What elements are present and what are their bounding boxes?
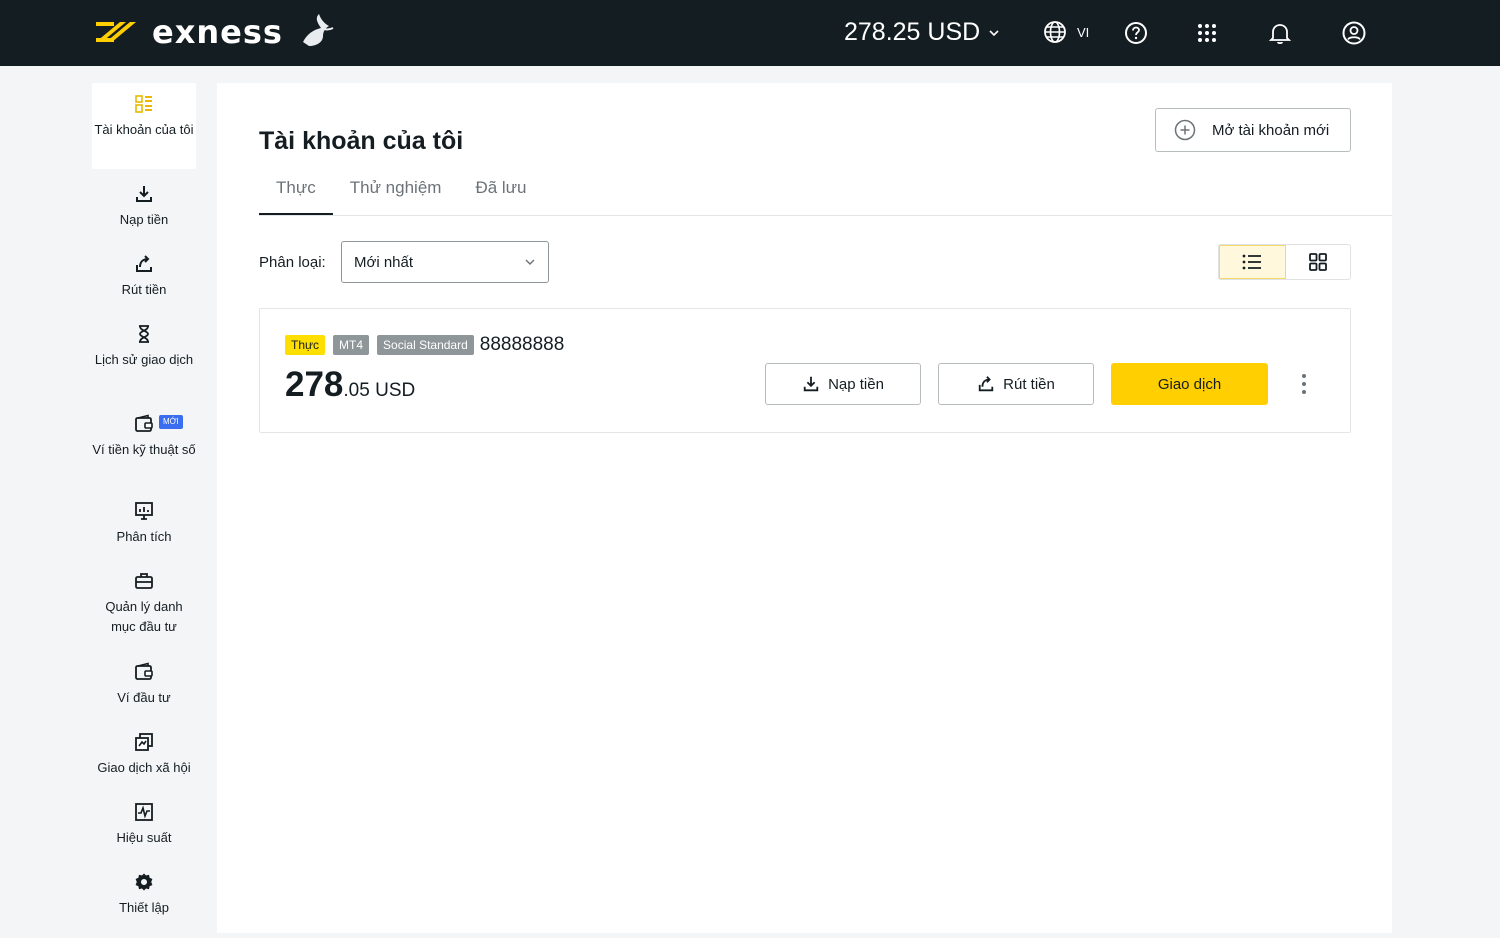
sidebar-item-portfolio-management[interactable]: Quản lý danh mục đầu tư — [92, 571, 196, 637]
wallet-icon — [135, 414, 153, 432]
dove-icon — [302, 14, 334, 46]
top-header: exness 278.25 USD VI — [0, 0, 1500, 66]
sidebar-item-investment-wallet[interactable]: Ví đầu tư — [92, 662, 196, 708]
sidebar-item-label: Phân tích — [116, 529, 172, 544]
open-new-account-label: Mở tài khoản mới — [1212, 121, 1330, 139]
account-number: 88888888 — [479, 334, 565, 355]
sidebar-item-withdraw[interactable]: Rút tiền — [92, 254, 196, 300]
sidebar-item-label: Quản lý danh mục đầu tư — [105, 599, 183, 634]
trade-button[interactable]: Giao dịch — [1111, 363, 1268, 405]
withdraw-button-label: Rút tiền — [1003, 375, 1055, 393]
tabs-divider — [259, 215, 1392, 216]
deposit-button[interactable]: Nạp tiền — [765, 363, 921, 405]
list-view-button[interactable] — [1219, 245, 1286, 279]
view-mode-toggle — [1218, 244, 1351, 280]
account-badges: Thực MT4 Social Standard 88888888 — [285, 334, 564, 356]
analytics-icon — [135, 502, 153, 520]
accounts-icon — [135, 95, 152, 113]
sidebar-item-performance[interactable]: Hiệu suất — [92, 802, 196, 848]
performance-icon — [135, 803, 153, 821]
language-code: VI — [1077, 24, 1090, 40]
header-balance-dropdown[interactable]: 278.25 USD — [844, 18, 1000, 47]
sidebar-item-label: Ví tiền kỹ thuật số — [92, 442, 196, 457]
briefcase-icon — [135, 573, 153, 589]
grid-view-icon — [1308, 253, 1327, 271]
header-balance-value: 278.25 USD — [844, 18, 981, 46]
account-balance-decimal: .05 USD — [343, 380, 416, 401]
sidebar-item-my-accounts[interactable]: Tài khoản của tôi — [92, 83, 196, 169]
sort-label: Phân loại: — [259, 254, 326, 271]
sort-selected-value: Mới nhất — [354, 253, 414, 271]
sidebar-item-deposit[interactable]: Nạp tiền — [92, 184, 196, 230]
sidebar-item-transaction-history[interactable]: Lịch sử giao dịch — [92, 324, 196, 370]
exness-logo-mark-icon — [96, 22, 136, 42]
new-badge: MỚI — [159, 415, 183, 429]
sidebar-item-label: Thiết lập — [119, 900, 169, 915]
list-view-icon — [1242, 254, 1262, 270]
sidebar-item-label: Lịch sử giao dịch — [94, 352, 194, 367]
brand-name: exness — [152, 13, 283, 51]
deposit-icon — [803, 376, 819, 392]
settings-icon — [135, 873, 153, 891]
exness-logo[interactable]: exness — [92, 12, 335, 52]
sidebar-item-analytics[interactable]: Phân tích — [92, 501, 196, 547]
sidebar-item-label: Tài khoản của tôi — [94, 122, 194, 137]
social-trading-icon — [135, 733, 153, 751]
platform-badge: MT4 — [333, 335, 370, 355]
tab-archived[interactable]: Đã lưu — [458, 177, 543, 216]
withdraw-icon — [978, 376, 994, 392]
user-profile-icon[interactable] — [1341, 20, 1367, 46]
sidebar-item-label: Giao dịch xã hội — [97, 760, 191, 775]
account-plan-badge: Social Standard — [377, 335, 474, 355]
open-new-account-button[interactable]: Mở tài khoản mới — [1155, 108, 1351, 152]
chevron-down-icon — [525, 259, 535, 265]
sidebar-item-social-trading[interactable]: Giao dịch xã hội — [92, 732, 196, 778]
account-balance: 278 .05 USD — [285, 365, 415, 405]
withdraw-button[interactable]: Rút tiền — [938, 363, 1094, 405]
grid-view-button[interactable] — [1286, 245, 1351, 279]
globe-icon — [1044, 21, 1066, 43]
help-icon[interactable] — [1123, 20, 1149, 46]
deposit-icon — [136, 186, 152, 202]
main-panel: Tài khoản của tôi Mở tài khoản mới Thực … — [217, 83, 1392, 933]
sidebar-item-label: Nạp tiền — [119, 212, 169, 227]
chevron-down-icon — [989, 29, 999, 36]
account-tabs: Thực Thử nghiệm Đã lưu — [259, 177, 544, 216]
tab-demo[interactable]: Thử nghiệm — [333, 177, 459, 216]
apps-grid-icon[interactable] — [1194, 20, 1220, 46]
page-title: Tài khoản của tôi — [259, 127, 464, 155]
more-options-icon[interactable] — [1294, 372, 1314, 396]
sidebar-item-label: Ví đầu tư — [117, 690, 171, 705]
bell-icon[interactable] — [1267, 20, 1293, 46]
language-selector[interactable]: VI — [1043, 20, 1089, 44]
withdraw-icon — [136, 255, 152, 272]
sort-dropdown[interactable]: Mới nhất — [341, 241, 549, 283]
account-balance-integer: 278 — [285, 365, 344, 404]
account-type-badge: Thực — [285, 335, 326, 355]
tab-real[interactable]: Thực — [259, 177, 333, 216]
sidebar-item-settings[interactable]: Thiết lập — [92, 872, 196, 918]
sidebar-item-label: Rút tiền — [121, 282, 167, 297]
sidebar-item-crypto-wallet[interactable]: MỚI Ví tiền kỹ thuật số — [92, 414, 196, 460]
hourglass-icon — [139, 325, 149, 343]
account-card: Thực MT4 Social Standard 88888888 278 .0… — [259, 308, 1351, 433]
investment-wallet-icon — [135, 662, 153, 680]
trade-button-label: Giao dịch — [1157, 375, 1222, 393]
sidebar-item-label: Hiệu suất — [116, 830, 172, 845]
plus-circle-icon — [1174, 119, 1196, 141]
deposit-button-label: Nạp tiền — [828, 375, 884, 393]
